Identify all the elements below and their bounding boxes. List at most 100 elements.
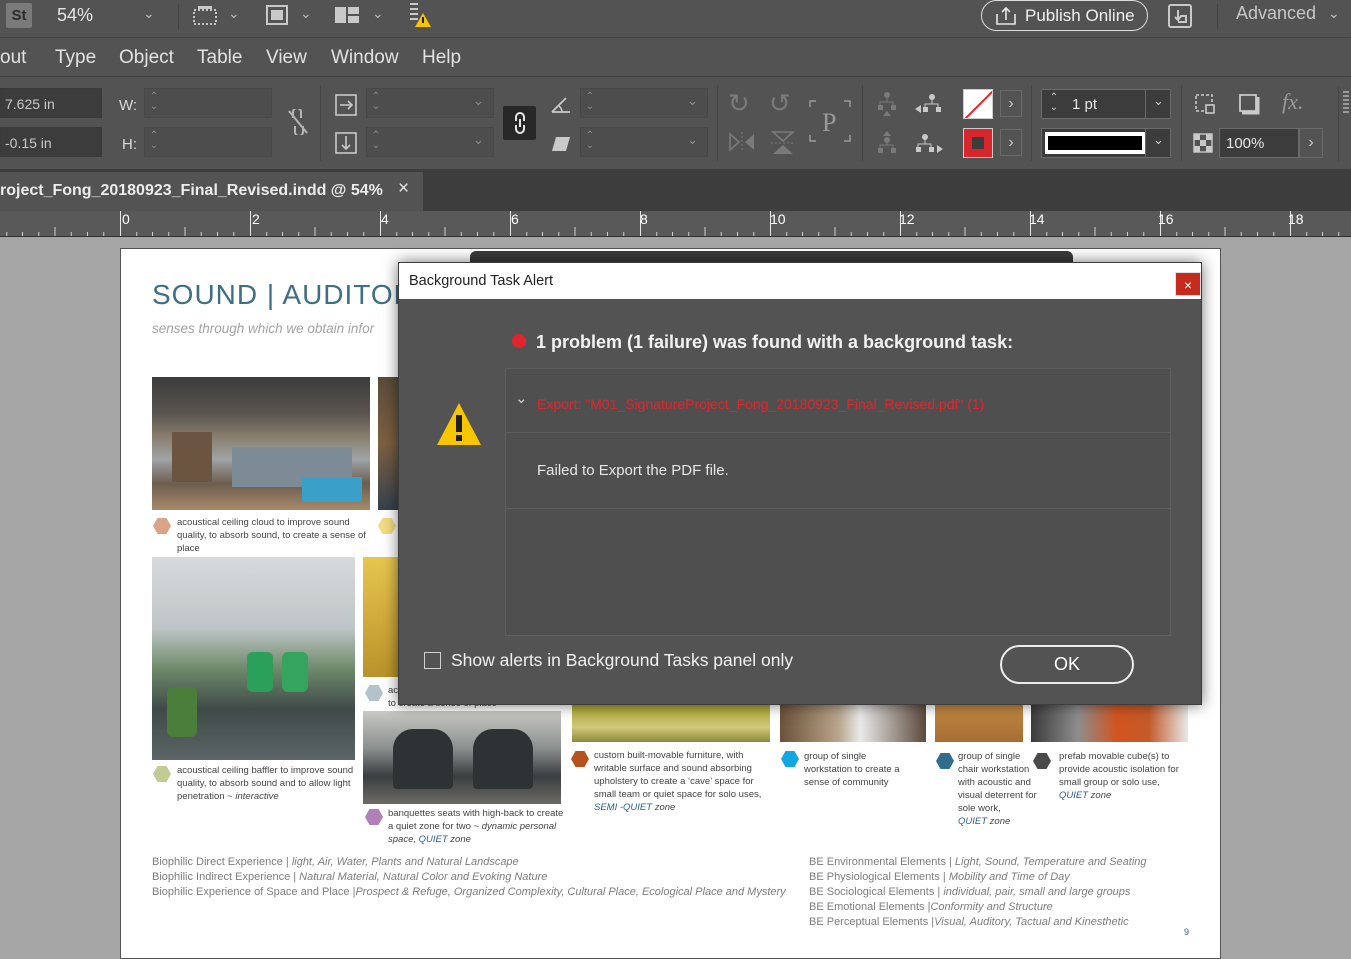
content-p-icon[interactable]: P (808, 99, 852, 147)
select-previous-object-icon[interactable] (914, 93, 944, 119)
footer-right-line-1: BE Environmental Elements | Light, Sound… (809, 856, 1147, 868)
ruler-label-2: 2 (252, 211, 260, 227)
width-field[interactable] (144, 88, 272, 118)
shear-angle-icon[interactable] (550, 134, 572, 158)
rotate-angle-icon[interactable] (550, 95, 572, 119)
constrain-scale-button[interactable] (503, 106, 536, 140)
height-spinner[interactable]: ⌃ ⌄ (148, 131, 160, 151)
drop-shadow-icon[interactable] (1237, 92, 1261, 120)
workspace-chevron-icon: ⌄ (1328, 5, 1340, 21)
screen-mode-icon[interactable] (263, 2, 291, 32)
export-row[interactable]: ⌄ Export: "M01_SignatureProject_Fong_201… (506, 369, 1170, 433)
caption-prefab-cube: prefab movable cube(s) to provide acoust… (1059, 751, 1179, 801)
stroke-type-dropdown[interactable]: ⌄ (1041, 128, 1171, 158)
rotate-counterclockwise-icon[interactable]: ↺ (769, 90, 791, 116)
height-field[interactable] (144, 127, 272, 157)
stock-button[interactable]: St (6, 3, 32, 28)
dialog-title: Background Task Alert (409, 273, 554, 289)
caption-banquettes: banquettes seats with high-back to creat… (388, 808, 564, 845)
stroke-swatch[interactable] (963, 128, 993, 158)
ok-button[interactable]: OK (1000, 645, 1134, 684)
ruler-label-16: 16 (1158, 211, 1174, 227)
preflight-warning-icon[interactable] (407, 1, 433, 33)
footer-left-line-1: Biophilic Direct Experience | light, Air… (152, 856, 519, 868)
rotate-clockwise-icon[interactable]: ↻ (728, 90, 750, 116)
menu-layout[interactable]: out (0, 47, 26, 69)
x-position-field[interactable]: 7.625 in (0, 88, 102, 118)
select-content-icon[interactable] (876, 130, 898, 160)
photo-single-workstation[interactable] (780, 705, 926, 742)
stroke-menu-button[interactable]: › (1000, 129, 1022, 156)
search-stock-icon[interactable] (1166, 2, 1196, 34)
photo-banquettes[interactable] (363, 711, 561, 804)
scale-x-spinner[interactable]: ⌃ ⌄ (370, 92, 382, 112)
rotate-chevron-icon[interactable]: ⌄ (687, 94, 698, 107)
opacity-menu-button[interactable]: › (1299, 128, 1323, 158)
scale-x-chevron-icon[interactable]: ⌄ (473, 94, 484, 107)
caption-ceiling-baffler: acoustical ceiling baffler to improve so… (177, 765, 354, 802)
photo-partial-yellow[interactable] (363, 557, 400, 677)
scale-y-spinner[interactable]: ⌃ ⌄ (370, 131, 382, 151)
arrange-documents-icon[interactable] (333, 2, 361, 32)
scale-y-icon[interactable] (334, 131, 358, 159)
dialog-title-bar[interactable]: Background Task Alert × (399, 263, 1201, 299)
flip-vertical-icon[interactable] (769, 130, 797, 160)
caption-partial-ac: ac (388, 685, 399, 696)
width-spinner[interactable]: ⌃ ⌄ (148, 92, 160, 112)
opacity-field[interactable]: 100% (1219, 128, 1299, 158)
menu-object[interactable]: Object (119, 47, 174, 69)
hex-marker-cyan (781, 751, 799, 767)
opacity-value[interactable]: 100% (1226, 135, 1264, 152)
photo-ceiling-baffler[interactable] (152, 557, 355, 760)
photo-partial-2[interactable] (378, 377, 400, 510)
constrain-proportions-icon[interactable] (287, 107, 309, 139)
background-task-alert-dialog: Background Task Alert × 1 problem (1 fai… (398, 262, 1202, 705)
expand-chevron-icon[interactable]: ⌄ (515, 389, 528, 407)
menu-type[interactable]: Type (55, 47, 96, 69)
scale-x-icon[interactable] (334, 93, 358, 121)
hex-marker-rust (571, 751, 589, 767)
caption-chair-workstation: group of single chair workstation with a… (958, 751, 1037, 827)
screen-mode-chevron-icon[interactable]: ⌄ (300, 6, 312, 20)
fill-swatch[interactable] (963, 89, 993, 119)
stroke-weight-value[interactable]: 1 pt (1072, 96, 1097, 113)
menu-view[interactable]: View (266, 47, 307, 69)
photo-prefab-cube[interactable] (1031, 705, 1188, 742)
workspace-switcher[interactable]: Advanced ⌄ (1236, 3, 1340, 24)
flip-horizontal-icon[interactable] (728, 130, 756, 158)
view-options-chevron-icon[interactable]: ⌄ (228, 6, 240, 20)
shear-spinner[interactable]: ⌃ ⌄ (584, 131, 596, 151)
menu-help[interactable]: Help (422, 47, 461, 69)
document-tab-close-icon[interactable]: × (398, 178, 409, 200)
select-next-object-icon[interactable] (914, 133, 944, 159)
panel-gripper[interactable] (1338, 87, 1351, 161)
stroke-weight-control[interactable]: ⌃ ⌄ 1 pt ⌄ (1041, 89, 1171, 119)
ruler-label-12: 12 (899, 211, 915, 227)
photo-ceiling-cloud[interactable] (152, 377, 370, 510)
scale-y-chevron-icon[interactable]: ⌄ (473, 133, 484, 146)
show-alerts-checkbox[interactable] (424, 652, 441, 669)
arrange-documents-chevron-icon[interactable]: ⌄ (372, 6, 384, 20)
stroke-weight-dropdown[interactable]: ⌄ (1145, 90, 1171, 118)
shear-chevron-icon[interactable]: ⌄ (687, 133, 698, 146)
menu-table[interactable]: Table (197, 47, 242, 69)
fill-menu-button[interactable]: › (1000, 90, 1022, 117)
photo-chair-workstation[interactable] (935, 705, 1023, 742)
show-alerts-label[interactable]: Show alerts in Background Tasks panel on… (451, 650, 793, 671)
effects-fx-icon[interactable]: fx. (1282, 91, 1303, 113)
zoom-dropdown-chevron-icon[interactable]: ⌄ (143, 6, 155, 20)
y-position-field[interactable]: -0.15 in (0, 127, 102, 157)
horizontal-ruler[interactable]: 0 2 4 6 8 10 12 14 16 18 (0, 211, 1351, 237)
dialog-close-button[interactable]: × (1175, 272, 1201, 296)
zoom-level[interactable]: 54% (57, 5, 93, 26)
rotate-spinner[interactable]: ⌃ ⌄ (584, 92, 596, 112)
photo-movable-furniture[interactable] (572, 705, 770, 742)
document-tab[interactable]: roject_Fong_20180923_Final_Revised.indd … (0, 172, 423, 211)
view-options-icon[interactable] (190, 2, 220, 32)
footer-left-line-3: Biophilic Experience of Space and Place … (152, 886, 786, 898)
stroke-weight-spinner[interactable]: ⌃ ⌄ (1048, 93, 1060, 113)
menu-window[interactable]: Window (331, 47, 399, 69)
auto-fit-icon[interactable] (1193, 92, 1217, 120)
select-container-icon[interactable] (876, 91, 898, 121)
publish-online-button[interactable]: Publish Online (981, 0, 1148, 31)
